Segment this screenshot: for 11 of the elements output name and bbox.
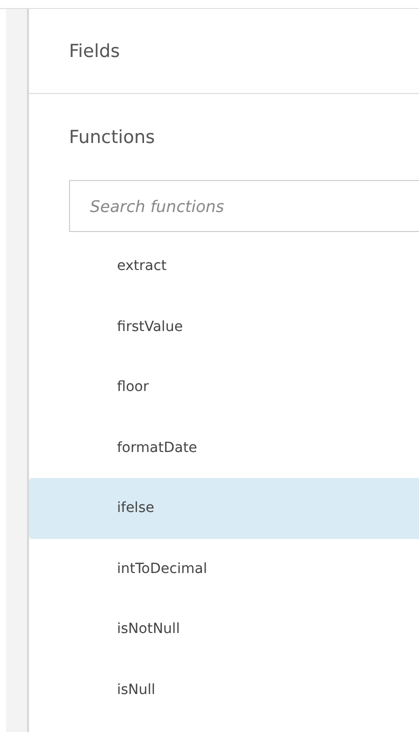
function-item[interactable]: isNotNull — [29, 599, 419, 660]
function-item[interactable]: isNull — [29, 660, 419, 720]
function-item[interactable]: ifelse — [29, 478, 419, 538]
function-item[interactable]: formatDate — [29, 418, 419, 478]
search-field[interactable]: Search functions — [69, 180, 419, 232]
function-item[interactable]: intToDecimal — [29, 538, 419, 599]
section-header[interactable]: Fields — [29, 9, 419, 94]
function-item[interactable]: extract — [29, 236, 419, 296]
function-item[interactable]: firstValue — [29, 296, 419, 357]
function-item[interactable]: floor — [29, 357, 419, 418]
section-header[interactable]: Functions — [29, 94, 419, 180]
